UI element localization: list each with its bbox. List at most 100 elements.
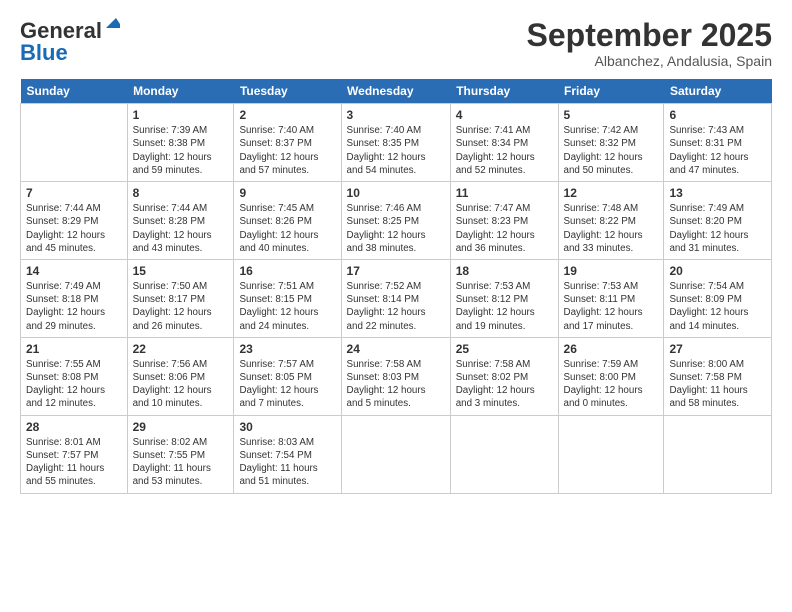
week-row-3: 21 Sunrise: 7:55 AM Sunset: 8:08 PM Dayli… bbox=[21, 337, 772, 415]
calendar-cell: 8 Sunrise: 7:44 AM Sunset: 8:28 PM Daylig… bbox=[127, 182, 234, 260]
day-number: 29 bbox=[133, 420, 229, 434]
day-info: Sunrise: 7:59 AM Sunset: 8:00 PM Dayligh… bbox=[564, 358, 659, 411]
calendar-cell: 14 Sunrise: 7:49 AM Sunset: 8:18 PM Dayli… bbox=[21, 259, 128, 337]
day-number: 15 bbox=[133, 264, 229, 278]
day-info: Sunrise: 7:49 AM Sunset: 8:20 PM Dayligh… bbox=[669, 202, 766, 255]
day-info: Sunrise: 7:53 AM Sunset: 8:11 PM Dayligh… bbox=[564, 280, 659, 333]
day-info: Sunrise: 7:46 AM Sunset: 8:25 PM Dayligh… bbox=[347, 202, 445, 255]
day-number: 19 bbox=[564, 264, 659, 278]
day-info: Sunrise: 7:39 AM Sunset: 8:38 PM Dayligh… bbox=[133, 124, 229, 177]
calendar-cell bbox=[664, 415, 772, 493]
day-number: 21 bbox=[26, 342, 122, 356]
day-info: Sunrise: 8:00 AM Sunset: 7:58 PM Dayligh… bbox=[669, 358, 766, 411]
day-number: 30 bbox=[239, 420, 335, 434]
day-number: 2 bbox=[239, 108, 335, 122]
day-info: Sunrise: 7:40 AM Sunset: 8:35 PM Dayligh… bbox=[347, 124, 445, 177]
calendar-cell: 30 Sunrise: 8:03 AM Sunset: 7:54 PM Dayli… bbox=[234, 415, 341, 493]
day-number: 28 bbox=[26, 420, 122, 434]
day-info: Sunrise: 7:58 AM Sunset: 8:02 PM Dayligh… bbox=[456, 358, 553, 411]
calendar-cell: 3 Sunrise: 7:40 AM Sunset: 8:35 PM Daylig… bbox=[341, 104, 450, 182]
day-number: 24 bbox=[347, 342, 445, 356]
day-info: Sunrise: 7:49 AM Sunset: 8:18 PM Dayligh… bbox=[26, 280, 122, 333]
calendar-cell bbox=[21, 104, 128, 182]
day-info: Sunrise: 8:03 AM Sunset: 7:54 PM Dayligh… bbox=[239, 436, 335, 489]
day-number: 23 bbox=[239, 342, 335, 356]
day-number: 17 bbox=[347, 264, 445, 278]
day-number: 20 bbox=[669, 264, 766, 278]
weekday-header-row: Sunday Monday Tuesday Wednesday Thursday… bbox=[21, 79, 772, 104]
calendar-cell: 28 Sunrise: 8:01 AM Sunset: 7:57 PM Dayli… bbox=[21, 415, 128, 493]
calendar-table: Sunday Monday Tuesday Wednesday Thursday… bbox=[20, 79, 772, 493]
day-number: 6 bbox=[669, 108, 766, 122]
calendar-body: 1Sunrise: 7:39 AM Sunset: 8:38 PM Daylig… bbox=[21, 104, 772, 493]
calendar-cell: 29 Sunrise: 8:02 AM Sunset: 7:55 PM Dayli… bbox=[127, 415, 234, 493]
calendar-cell: 16Sunrise: 7:51 AM Sunset: 8:15 PM Dayli… bbox=[234, 259, 341, 337]
day-info: Sunrise: 7:54 AM Sunset: 8:09 PM Dayligh… bbox=[669, 280, 766, 333]
calendar-cell: 6 Sunrise: 7:43 AM Sunset: 8:31 PM Daylig… bbox=[664, 104, 772, 182]
day-number: 11 bbox=[456, 186, 553, 200]
day-info: Sunrise: 7:55 AM Sunset: 8:08 PM Dayligh… bbox=[26, 358, 122, 411]
day-info: Sunrise: 7:56 AM Sunset: 8:06 PM Dayligh… bbox=[133, 358, 229, 411]
calendar-cell: 10 Sunrise: 7:46 AM Sunset: 8:25 PM Dayli… bbox=[341, 182, 450, 260]
week-row-1: 7Sunrise: 7:44 AM Sunset: 8:29 PM Daylig… bbox=[21, 182, 772, 260]
calendar-cell: 26Sunrise: 7:59 AM Sunset: 8:00 PM Dayli… bbox=[558, 337, 664, 415]
day-number: 7 bbox=[26, 186, 122, 200]
day-number: 25 bbox=[456, 342, 553, 356]
logo: General Blue bbox=[20, 18, 102, 66]
day-info: Sunrise: 7:42 AM Sunset: 8:32 PM Dayligh… bbox=[564, 124, 659, 177]
day-number: 16 bbox=[239, 264, 335, 278]
day-info: Sunrise: 7:44 AM Sunset: 8:28 PM Dayligh… bbox=[133, 202, 229, 255]
header-saturday: Saturday bbox=[664, 79, 772, 104]
calendar-cell: 12 Sunrise: 7:48 AM Sunset: 8:22 PM Dayli… bbox=[558, 182, 664, 260]
month-title: September 2025 bbox=[527, 18, 772, 53]
header-thursday: Thursday bbox=[450, 79, 558, 104]
calendar-cell: 24 Sunrise: 7:58 AM Sunset: 8:03 PM Dayli… bbox=[341, 337, 450, 415]
day-number: 22 bbox=[133, 342, 229, 356]
calendar-cell: 23 Sunrise: 7:57 AM Sunset: 8:05 PM Dayli… bbox=[234, 337, 341, 415]
day-number: 4 bbox=[456, 108, 553, 122]
week-row-4: 28 Sunrise: 8:01 AM Sunset: 7:57 PM Dayli… bbox=[21, 415, 772, 493]
day-info: Sunrise: 7:48 AM Sunset: 8:22 PM Dayligh… bbox=[564, 202, 659, 255]
calendar-cell: 13 Sunrise: 7:49 AM Sunset: 8:20 PM Dayli… bbox=[664, 182, 772, 260]
day-info: Sunrise: 7:57 AM Sunset: 8:05 PM Dayligh… bbox=[239, 358, 335, 411]
header: General Blue September 2025 Albanchez, A… bbox=[20, 18, 772, 69]
day-info: Sunrise: 7:45 AM Sunset: 8:26 PM Dayligh… bbox=[239, 202, 335, 255]
calendar-cell: 2 Sunrise: 7:40 AM Sunset: 8:37 PM Daylig… bbox=[234, 104, 341, 182]
calendar-cell: 9Sunrise: 7:45 AM Sunset: 8:26 PM Daylig… bbox=[234, 182, 341, 260]
calendar-cell: 19 Sunrise: 7:53 AM Sunset: 8:11 PM Dayli… bbox=[558, 259, 664, 337]
page-container: General Blue September 2025 Albanchez, A… bbox=[0, 0, 792, 504]
calendar-cell: 15 Sunrise: 7:50 AM Sunset: 8:17 PM Dayli… bbox=[127, 259, 234, 337]
calendar-cell bbox=[558, 415, 664, 493]
day-info: Sunrise: 7:47 AM Sunset: 8:23 PM Dayligh… bbox=[456, 202, 553, 255]
day-info: Sunrise: 7:50 AM Sunset: 8:17 PM Dayligh… bbox=[133, 280, 229, 333]
day-number: 13 bbox=[669, 186, 766, 200]
day-info: Sunrise: 7:58 AM Sunset: 8:03 PM Dayligh… bbox=[347, 358, 445, 411]
calendar-cell: 18Sunrise: 7:53 AM Sunset: 8:12 PM Dayli… bbox=[450, 259, 558, 337]
calendar-cell bbox=[450, 415, 558, 493]
day-info: Sunrise: 7:40 AM Sunset: 8:37 PM Dayligh… bbox=[239, 124, 335, 177]
calendar-cell: 20 Sunrise: 7:54 AM Sunset: 8:09 PM Dayli… bbox=[664, 259, 772, 337]
day-number: 27 bbox=[669, 342, 766, 356]
calendar-cell: 7Sunrise: 7:44 AM Sunset: 8:29 PM Daylig… bbox=[21, 182, 128, 260]
week-row-0: 1Sunrise: 7:39 AM Sunset: 8:38 PM Daylig… bbox=[21, 104, 772, 182]
header-monday: Monday bbox=[127, 79, 234, 104]
day-info: Sunrise: 8:02 AM Sunset: 7:55 PM Dayligh… bbox=[133, 436, 229, 489]
calendar-cell: 27 Sunrise: 8:00 AM Sunset: 7:58 PM Dayli… bbox=[664, 337, 772, 415]
day-info: Sunrise: 7:43 AM Sunset: 8:31 PM Dayligh… bbox=[669, 124, 766, 177]
header-friday: Friday bbox=[558, 79, 664, 104]
day-info: Sunrise: 7:52 AM Sunset: 8:14 PM Dayligh… bbox=[347, 280, 445, 333]
day-number: 14 bbox=[26, 264, 122, 278]
day-number: 3 bbox=[347, 108, 445, 122]
day-number: 8 bbox=[133, 186, 229, 200]
header-tuesday: Tuesday bbox=[234, 79, 341, 104]
calendar-cell bbox=[341, 415, 450, 493]
day-info: Sunrise: 8:01 AM Sunset: 7:57 PM Dayligh… bbox=[26, 436, 122, 489]
day-number: 10 bbox=[347, 186, 445, 200]
day-number: 12 bbox=[564, 186, 659, 200]
calendar-cell: 11 Sunrise: 7:47 AM Sunset: 8:23 PM Dayli… bbox=[450, 182, 558, 260]
calendar-cell: 25 Sunrise: 7:58 AM Sunset: 8:02 PM Dayli… bbox=[450, 337, 558, 415]
header-wednesday: Wednesday bbox=[341, 79, 450, 104]
day-number: 18 bbox=[456, 264, 553, 278]
calendar-cell: 22 Sunrise: 7:56 AM Sunset: 8:06 PM Dayli… bbox=[127, 337, 234, 415]
location-subtitle: Albanchez, Andalusia, Spain bbox=[527, 53, 772, 69]
